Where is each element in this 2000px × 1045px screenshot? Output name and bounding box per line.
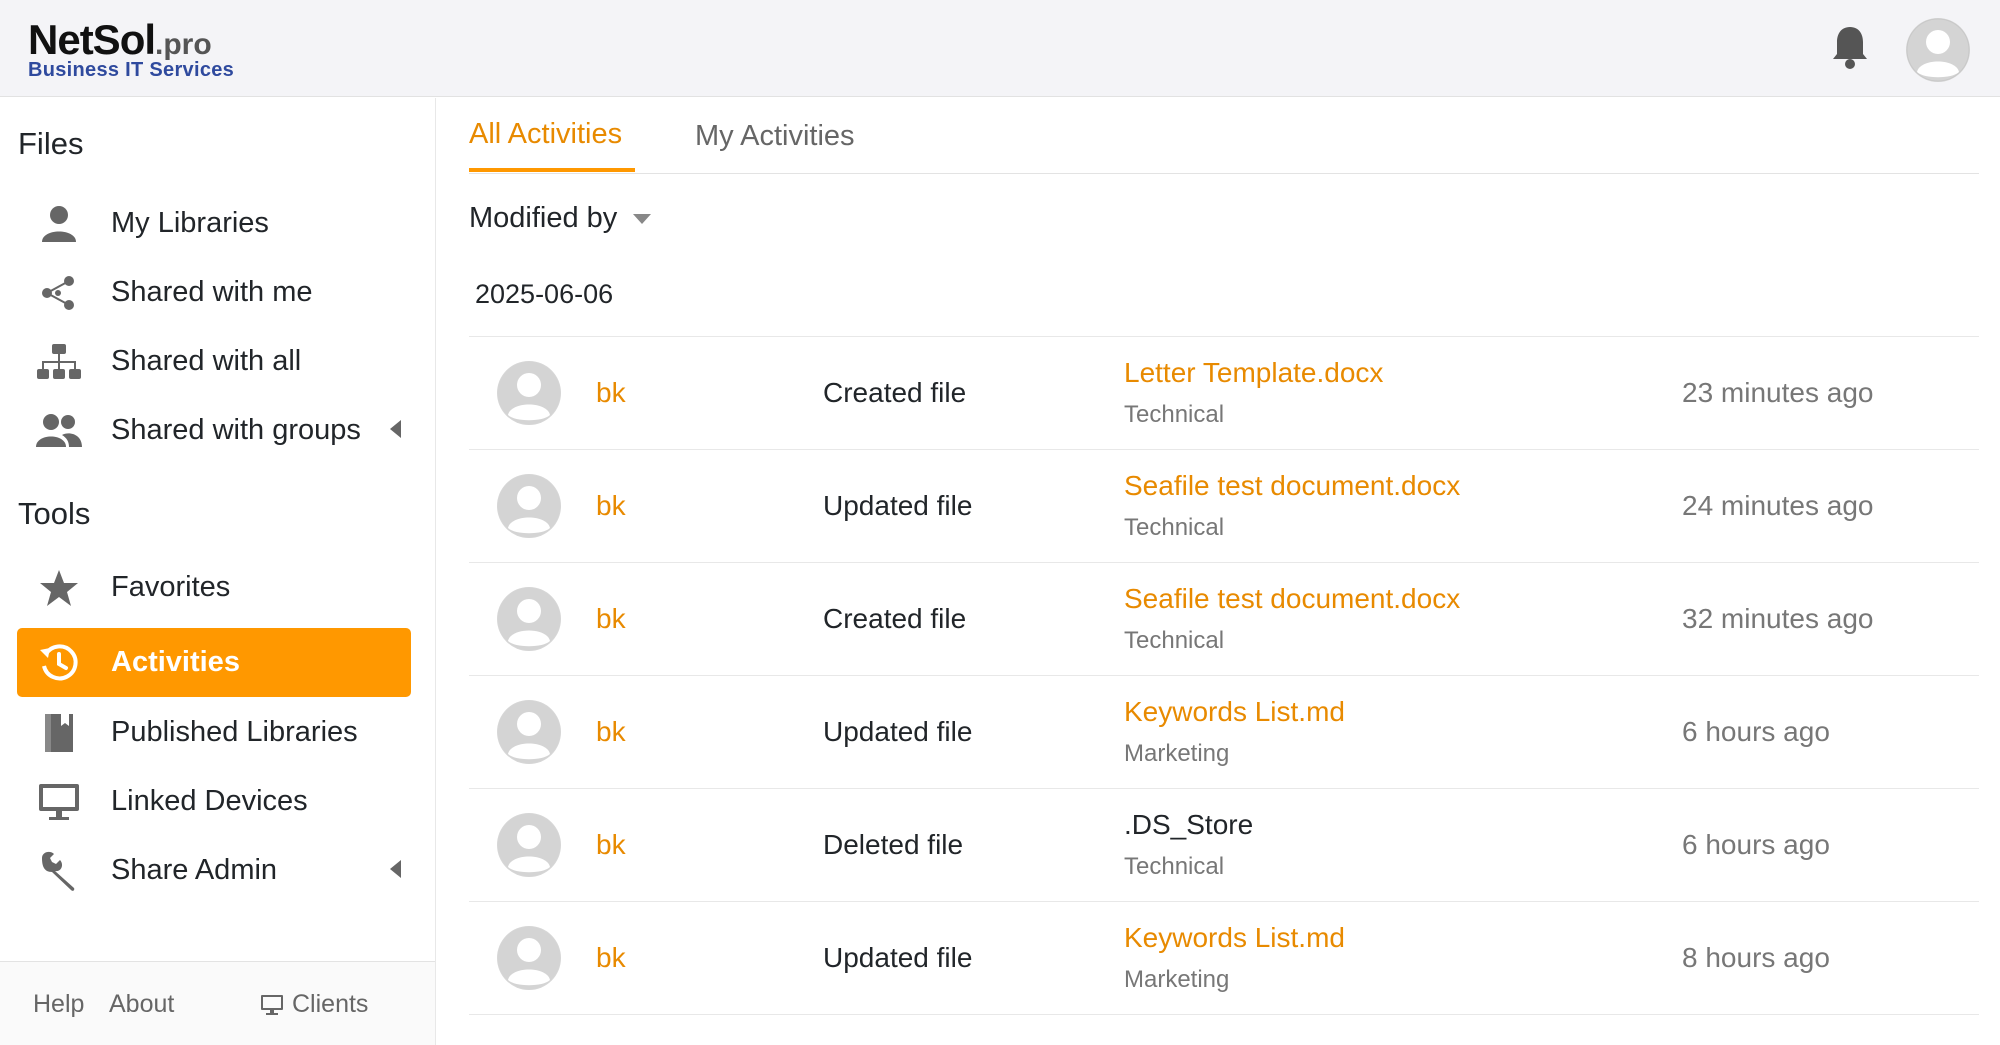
monitor-icon [35,780,83,824]
activity-file-link[interactable]: Seafile test document.docx [1124,583,1460,615]
sidebar-item-label: Published Libraries [111,716,358,748]
activity-row: bk Updated file Keywords List.md Marketing 8… [469,902,1979,1015]
avatar-icon [497,474,561,538]
activity-time: 32 minutes ago [1682,603,1874,634]
activity-operation: Updated file [823,490,973,521]
user-avatar-icon[interactable] [1906,18,1970,82]
active-tab-indicator [469,168,635,172]
activity-file-link[interactable]: Keywords List.md [1124,922,1345,954]
activity-row: bk Deleted file .DS_Store Technical 6 hours … [469,789,1979,902]
activity-user-link[interactable]: bk [596,377,626,409]
activity-file-link[interactable]: Seafile test document.docx [1124,470,1460,502]
monitor-icon [260,994,284,1016]
org-chart-icon [35,340,83,384]
activity-time: 24 minutes ago [1682,490,1874,521]
activity-operation: Updated file [823,942,973,973]
activity-user-link[interactable]: bk [596,942,626,974]
activity-operation: Created file [823,603,967,634]
star-icon [35,566,83,610]
activity-library-name: Technical [1124,853,1225,880]
activity-row: bk Updated file Keywords List.md Marketing 6… [469,676,1979,789]
activity-library-name: Technical [1124,627,1225,654]
book-icon [35,711,83,755]
sidebar-item-label: My Libraries [111,207,269,239]
activity-library-name: Marketing [1124,740,1230,767]
activity-file-link[interactable]: Letter Template.docx [1124,357,1383,389]
avatar-icon [497,587,561,651]
sidebar-item-shared-with-groups[interactable]: Shared with groups [17,396,411,465]
activity-time: 23 minutes ago [1682,377,1874,408]
activity-library-name: Technical [1124,514,1225,541]
date-group-header: 2025-06-06 [475,279,614,309]
modified-by-filter[interactable]: Modified by [469,202,652,235]
sidebar-item-linked-devices[interactable]: Linked Devices [17,767,411,836]
activity-file-link[interactable]: Keywords List.md [1124,696,1345,728]
activity-row: bk Created file Seafile test document.docx… [469,563,1979,676]
share-icon [35,271,83,315]
activity-user-link[interactable]: bk [596,603,626,635]
sidebar-item-label: Linked Devices [111,785,308,817]
expand-caret-icon[interactable] [390,860,401,878]
sidebar-item-label: Shared with groups [111,414,361,446]
activity-row: bk Created file Letter Template.docx Techni… [469,337,1979,450]
filter-label: Modified by [469,202,618,234]
tab-my-activities[interactable]: My Activities [695,120,855,153]
sidebar-item-favorites[interactable]: Favorites [17,553,411,622]
netsol-logo[interactable]: NetSol.pro Business IT Services [28,16,235,81]
logo-subtitle: Business IT Services [28,59,235,81]
chevron-down-icon [633,213,652,224]
clients-link[interactable]: Clients [260,990,368,1019]
sidebar-item-label: Shared with all [111,345,302,377]
logo-main-text: NetSol [28,16,156,63]
activity-library-name: Marketing [1124,966,1230,993]
sidebar-item-published-libraries[interactable]: Published Libraries [17,698,411,767]
avatar-icon [497,813,561,877]
avatar-icon [497,700,561,764]
sidebar: Files My Libraries Shared with me Shared… [0,98,436,1045]
sidebar-item-label: Activities [111,646,240,678]
sidebar-item-my-libraries[interactable]: My Libraries [17,189,411,258]
activity-library-name: Technical [1124,401,1225,428]
tab-all-activities[interactable]: All Activities [469,118,622,151]
activity-time: 6 hours ago [1682,716,1830,747]
activity-user-link[interactable]: bk [596,829,626,861]
logo-suffix-text: .pro [155,28,212,61]
activity-operation: Created file [823,377,967,408]
avatar-icon [497,926,561,990]
activity-time: 6 hours ago [1682,829,1830,860]
bell-icon[interactable] [1830,24,1870,70]
activity-file-link: .DS_Store [1124,809,1254,840]
sidebar-item-share-admin[interactable]: Share Admin [17,836,411,905]
list-overflow-fade [469,1036,1979,1045]
top-header: NetSol.pro Business IT Services [0,0,2000,97]
sidebar-item-label: Favorites [111,571,231,603]
clients-label: Clients [292,990,369,1018]
files-section-title: Files [18,126,84,161]
activity-operation: Deleted file [823,829,964,860]
sidebar-item-label: Share Admin [111,854,278,886]
history-icon [35,641,83,685]
activity-user-link[interactable]: bk [596,716,626,748]
sidebar-item-activities[interactable]: Activities [17,628,411,697]
sidebar-item-label: Shared with me [111,276,313,308]
help-link[interactable]: Help [33,990,84,1019]
tools-section-title: Tools [18,496,91,531]
activity-time: 8 hours ago [1682,942,1830,973]
avatar-icon [497,361,561,425]
user-icon [35,202,83,246]
wrench-icon [35,849,83,893]
expand-caret-icon[interactable] [390,420,401,438]
activity-row: bk Updated file Seafile test document.docx… [469,450,1979,563]
activity-operation: Updated file [823,716,973,747]
sidebar-footer: Help About Clients [0,961,435,1045]
about-link[interactable]: About [109,990,174,1019]
activity-user-link[interactable]: bk [596,490,626,522]
group-icon [35,409,83,453]
activity-tabs: All Activities My Activities [469,98,1979,174]
sidebar-item-shared-with-all[interactable]: Shared with all [17,327,411,396]
sidebar-item-shared-with-me[interactable]: Shared with me [17,258,411,327]
